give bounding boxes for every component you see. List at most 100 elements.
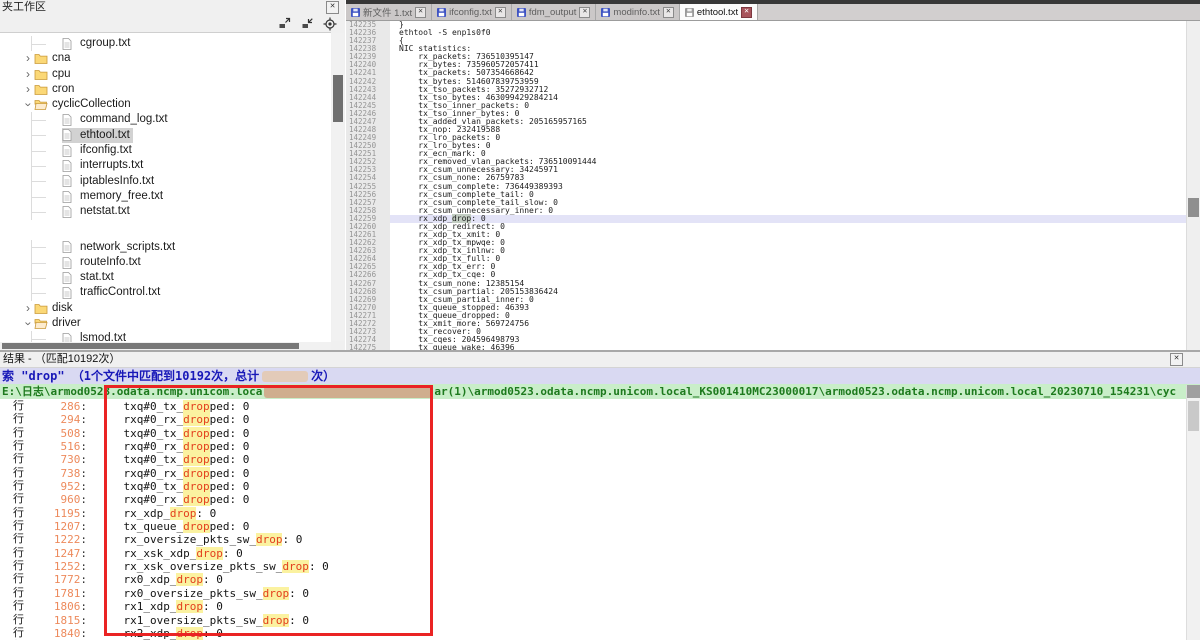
twisty-icon[interactable]: › — [20, 318, 35, 330]
tab-close-icon[interactable] — [495, 7, 506, 18]
collapse-all-icon[interactable] — [300, 17, 314, 31]
tree-item[interactable]: › cpu — [0, 67, 331, 82]
search-result-row[interactable]: 行 1840 rx2_xdp_drop: 0 — [0, 627, 1187, 640]
row-label: 行 — [0, 480, 41, 493]
tree-item[interactable]: trafficControl.txt — [0, 285, 331, 300]
workspace-panel-titlebar: 夹工作区 — [0, 0, 345, 14]
row-label: 行 — [0, 453, 41, 466]
tree-item[interactable]: iptablesInfo.txt — [0, 174, 331, 189]
row-label: 行 — [0, 614, 41, 627]
search-result-row[interactable]: 行 1207 tx_queue_dropped: 0 — [0, 520, 1187, 533]
search-result-row[interactable]: 行 1781 rx0_oversize_pkts_sw_drop: 0 — [0, 587, 1187, 600]
search-result-row[interactable]: 行 1806 rx1_xdp_drop: 0 — [0, 600, 1187, 613]
item-label: stat.txt — [78, 270, 114, 285]
tree-item[interactable]: memory_free.txt — [0, 189, 331, 204]
editor-tabbar: 新文件 1.txt ifconfig.txt fdm_output modinf… — [346, 4, 1200, 21]
save-state-icon — [517, 8, 526, 17]
search-result-row[interactable]: 行 286 txq#0_tx_dropped: 0 — [0, 400, 1187, 413]
search-result-row[interactable]: 行 1195 rx_xdp_drop: 0 — [0, 507, 1187, 520]
search-result-row[interactable]: 行 1222 rx_oversize_pkts_sw_drop: 0 — [0, 533, 1187, 546]
result-text: rx_xsk_xdp_drop: 0 — [97, 547, 243, 560]
match-highlight: drop — [183, 413, 210, 426]
file-tree: cgroup.txt › cna › cpu › cron › cyclicCo… — [0, 32, 331, 342]
search-result-row[interactable]: 行 1815 rx1_oversize_pkts_sw_drop: 0 — [0, 614, 1187, 627]
twisty-icon[interactable]: › — [22, 51, 34, 66]
tab-close-icon[interactable] — [663, 7, 674, 18]
editor-tab[interactable]: 新文件 1.txt — [346, 4, 432, 20]
editor-tab[interactable]: modinfo.txt — [596, 4, 679, 20]
tree-vscroll-thumb[interactable] — [333, 75, 343, 122]
twisty-icon[interactable]: › — [20, 99, 35, 111]
tree-item[interactable] — [0, 220, 331, 230]
tree-item[interactable]: network_scripts.txt — [0, 240, 331, 255]
twisty-icon[interactable]: › — [22, 301, 34, 316]
editor-vertical-scrollbar[interactable] — [1186, 21, 1200, 350]
result-text: txq#0_tx_dropped: 0 — [97, 480, 249, 493]
results-vscroll-thumb[interactable] — [1188, 401, 1199, 431]
row-label: 行 — [0, 507, 41, 520]
tree-item[interactable]: › disk — [0, 301, 331, 316]
search-result-row[interactable]: 行 1247 rx_xsk_xdp_drop: 0 — [0, 547, 1187, 560]
editor-pane: 新文件 1.txt ifconfig.txt fdm_output modinf… — [346, 0, 1200, 350]
item-icon — [62, 272, 78, 284]
tab-close-icon[interactable] — [741, 7, 752, 18]
tab-label: ethtool.txt — [697, 7, 738, 18]
editor-line: 142237 { — [346, 37, 1187, 45]
path-text-left: E:\日志\armod0523.odata.ncmp.unicom.loca — [2, 385, 262, 398]
search-result-row[interactable]: 行 1772 rx0_xdp_drop: 0 — [0, 573, 1187, 586]
twisty-icon[interactable]: › — [22, 67, 34, 82]
editor-vscroll-thumb[interactable] — [1188, 198, 1199, 217]
tree-item[interactable]: ethtool.txt — [0, 128, 331, 143]
search-summary-text: 索 "drop" （1个文件中匹配到10192次，总计 — [2, 369, 259, 383]
item-icon — [62, 191, 78, 203]
tree-item[interactable]: netstat.txt — [0, 204, 331, 219]
result-text: rxq#0_rx_dropped: 0 — [97, 440, 249, 453]
search-results-panel: 结果 - （匹配10192次） 索 "drop" （1个文件中匹配到10192次… — [0, 350, 1200, 640]
tree-vertical-scrollbar[interactable] — [332, 33, 344, 341]
line-text: rx_lro_bytes: 0 — [390, 142, 1187, 150]
search-result-row[interactable]: 行 952 txq#0_tx_dropped: 0 — [0, 480, 1187, 493]
tree-item[interactable]: command_log.txt — [0, 112, 331, 127]
twisty-icon[interactable]: › — [22, 82, 34, 97]
tree-item[interactable]: cgroup.txt — [0, 36, 331, 51]
workspace-close-icon[interactable] — [326, 1, 339, 14]
tree-item[interactable]: interrupts.txt — [0, 158, 331, 173]
tree-item[interactable]: › cna — [0, 51, 331, 66]
tab-close-icon[interactable] — [579, 7, 590, 18]
search-result-row[interactable]: 行 1252 rx_xsk_oversize_pkts_sw_drop: 0 — [0, 560, 1187, 573]
tree-item[interactable]: › cyclicCollection — [0, 97, 331, 112]
item-label: cna — [50, 51, 71, 66]
search-result-row[interactable]: 行 730 txq#0_tx_dropped: 0 — [0, 453, 1187, 466]
locate-file-icon[interactable] — [323, 17, 337, 31]
search-result-row[interactable]: 行 516 rxq#0_rx_dropped: 0 — [0, 440, 1187, 453]
tree-hscroll-thumb[interactable] — [2, 343, 299, 349]
tree-item[interactable] — [0, 230, 331, 240]
expand-all-icon[interactable] — [277, 17, 291, 31]
tab-close-icon[interactable] — [415, 7, 426, 18]
results-vertical-scrollbar[interactable] — [1186, 385, 1200, 640]
result-text: txq#0_tx_dropped: 0 — [97, 453, 249, 466]
match-highlight: drop — [183, 520, 210, 533]
item-icon — [62, 287, 78, 299]
item-label: iptablesInfo.txt — [78, 174, 154, 189]
search-result-row[interactable]: 行 294 rxq#0_rx_dropped: 0 — [0, 413, 1187, 426]
editor-text-area[interactable]: 142235 } 142236 ethtool -S enp1s0f0 1422… — [346, 21, 1187, 350]
tree-item[interactable]: ifconfig.txt — [0, 143, 331, 158]
item-label: memory_free.txt — [78, 189, 163, 204]
tree-item[interactable]: lsmod.txt — [0, 331, 331, 342]
editor-tab[interactable]: ethtool.txt — [680, 4, 758, 20]
editor-tab[interactable]: fdm_output — [512, 4, 597, 20]
item-icon — [62, 206, 78, 218]
results-close-icon[interactable] — [1170, 353, 1183, 366]
tree-item[interactable]: stat.txt — [0, 270, 331, 285]
editor-tab[interactable]: ifconfig.txt — [432, 4, 512, 20]
search-result-row[interactable]: 行 960 rxq#0_rx_dropped: 0 — [0, 493, 1187, 506]
scroll-up-arrow-icon[interactable] — [1187, 385, 1200, 398]
matched-file-path[interactable]: E:\日志\armod0523.odata.ncmp.unicom.locaar… — [0, 384, 1200, 399]
tree-item[interactable]: › cron — [0, 82, 331, 97]
tree-horizontal-scrollbar[interactable] — [0, 342, 331, 350]
tree-item[interactable]: routeInfo.txt — [0, 255, 331, 270]
search-result-row[interactable]: 行 508 txq#0_tx_dropped: 0 — [0, 427, 1187, 440]
search-result-row[interactable]: 行 738 rxq#0_rx_dropped: 0 — [0, 467, 1187, 480]
tree-item[interactable]: › driver — [0, 316, 331, 331]
